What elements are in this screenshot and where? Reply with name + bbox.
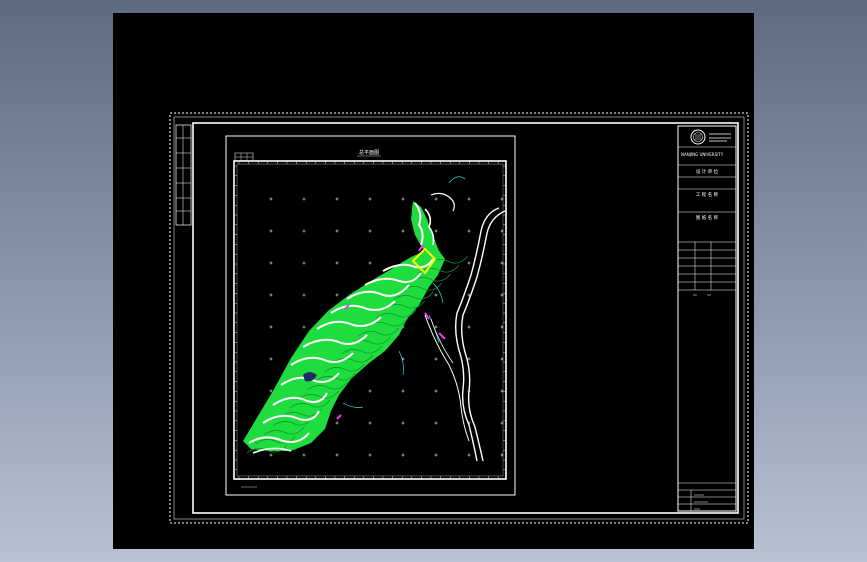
grid-cross — [467, 229, 471, 233]
grid-cross — [302, 293, 306, 297]
legend-box — [234, 152, 254, 162]
grid-cross — [335, 261, 339, 265]
drawing-canvas: 总平面图 NANJING UNIVERSITY 设 计 单 位 工 程 名 称 … — [169, 112, 749, 524]
grid-cross — [401, 229, 405, 233]
grid-cross — [434, 453, 438, 457]
drawing-frame — [192, 122, 739, 514]
grid-cross — [368, 421, 372, 425]
grid-cross — [434, 325, 438, 329]
grid-cross — [401, 389, 405, 393]
grid-cross — [434, 389, 438, 393]
grid-cross — [368, 229, 372, 233]
grid-cross — [401, 453, 405, 457]
grid-cross — [335, 453, 339, 457]
outer-border — [173, 116, 745, 520]
grid-cross — [368, 389, 372, 393]
grid-cross — [368, 197, 372, 201]
grid-cross — [269, 325, 273, 329]
grid-cross — [434, 197, 438, 201]
grid-cross — [434, 421, 438, 425]
grid-cross — [434, 293, 438, 297]
title-block: NANJING UNIVERSITY 设 计 单 位 工 程 名 称 图 纸 名… — [677, 125, 737, 512]
grid-cross — [467, 197, 471, 201]
university-seal-text — [709, 133, 731, 142]
grid-cross — [269, 389, 273, 393]
grid-cross — [368, 261, 372, 265]
upper-road-curve — [430, 192, 455, 212]
grid-cross — [467, 325, 471, 329]
grid-cross — [269, 453, 273, 457]
terrain-site — [243, 176, 506, 462]
project-name-label: 工 程 名 称 — [696, 191, 719, 198]
grid-cross — [335, 197, 339, 201]
grid-cross — [467, 261, 471, 265]
grid-cross — [302, 453, 306, 457]
institution-line1: NANJING UNIVERSITY — [681, 152, 724, 157]
grid-cross — [269, 197, 273, 201]
grid-cross — [401, 421, 405, 425]
outer-dashed-border — [169, 112, 749, 524]
grid-cross — [335, 229, 339, 233]
grid-cross — [269, 229, 273, 233]
grid-cross — [302, 261, 306, 265]
grid-cross — [335, 293, 339, 297]
map-title: 总平面图 — [359, 149, 379, 156]
grid-cross — [269, 357, 273, 361]
grid-cross — [302, 197, 306, 201]
grid-cross — [269, 261, 273, 265]
cad-drawing-sheet[interactable]: 总平面图 NANJING UNIVERSITY 设 计 单 位 工 程 名 称 … — [113, 13, 754, 549]
design-unit-label: 设 计 单 位 — [696, 168, 719, 175]
grid-cross — [434, 229, 438, 233]
grid-cross — [434, 357, 438, 361]
grid-cross — [368, 453, 372, 457]
grid-cross — [401, 197, 405, 201]
binding-strip — [175, 124, 192, 226]
grid-cross — [467, 453, 471, 457]
grid-cross — [335, 421, 339, 425]
grid-cross — [269, 293, 273, 297]
grid-cross — [302, 325, 306, 329]
grid-cross — [302, 229, 306, 233]
drawing-name-label: 图 纸 名 称 — [696, 214, 719, 221]
